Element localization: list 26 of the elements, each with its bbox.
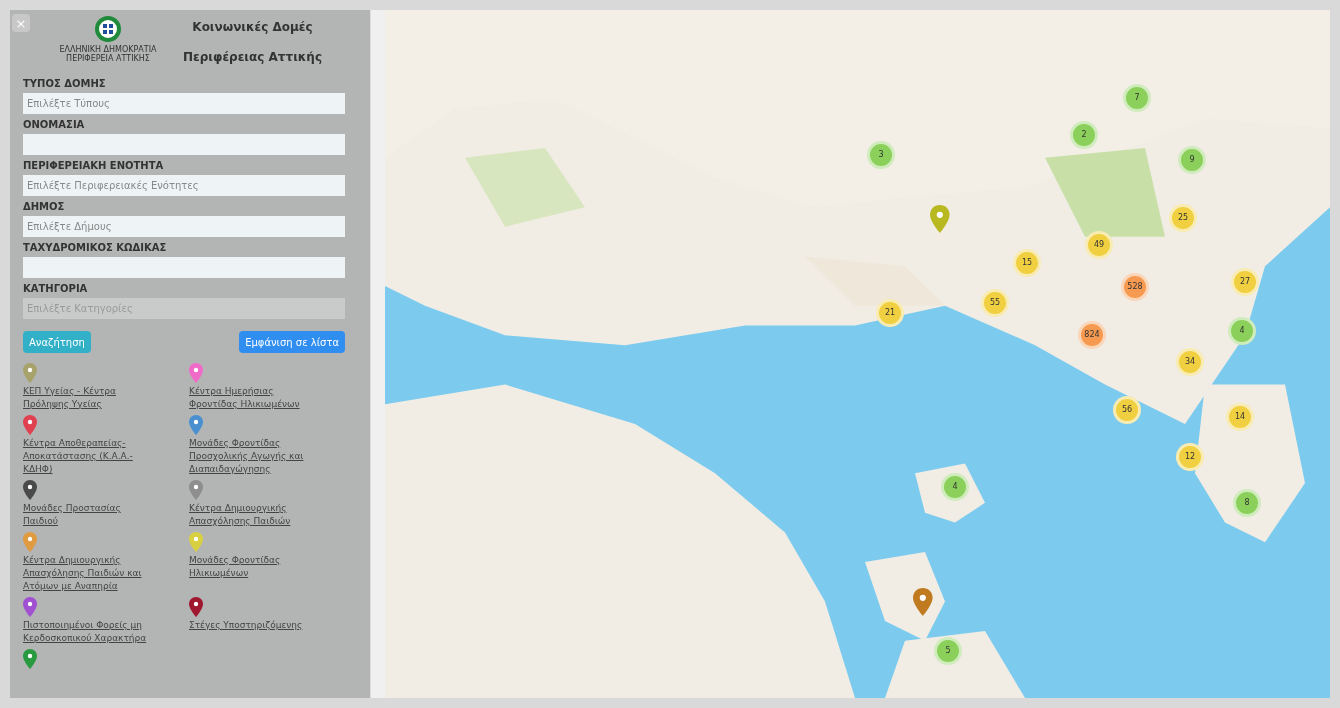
field-label: ΤΥΠΟΣ ΔΟΜΗΣ (23, 78, 107, 90)
input-field[interactable] (23, 257, 345, 278)
legend-link[interactable]: Πιστοποιημένοι Φορείς μη Κερδοσκοπικού Χαρακτήρα (23, 619, 158, 645)
input-field[interactable]: Επιλέξτε Τύπους (23, 93, 345, 114)
legend-link[interactable]: Κέντρα Αποθεραπείας-Αποκατάστασης (Κ.Α.Α.-ΚΔΗΦ) (23, 437, 158, 476)
legend-link[interactable]: ΚΕΠ Υγείας - Κέντρα Πρόληψης Υγείας (23, 385, 158, 411)
scrollbar[interactable] (370, 10, 385, 698)
page-title: Κοινωνικές Δομές (192, 19, 313, 36)
field-label: ΤΑΧΥΔΡΟΜΙΚΟΣ ΚΩΔΙΚΑΣ (23, 242, 168, 254)
field-label: ΟΝΟΜΑΣΙΑ (23, 119, 86, 131)
field-label: ΚΑΤΗΓΟΡΙΑ (23, 283, 89, 295)
input-field[interactable]: Επιλέξτε Περιφερειακές Ενότητες (23, 175, 345, 196)
page-subtitle: Περιφέρειας Αττικής (183, 49, 322, 66)
legend-link[interactable]: Κέντρα Δημιουργικής Απασχόλησης Παιδιών και Ατόμων με Αναπηρία (23, 554, 158, 593)
legend-link[interactable]: Στέγες Υποστηριζόμενης (189, 619, 324, 632)
legend-link[interactable]: Μονάδες Φροντίδας Προσχολικής Αγωγής και Διαπαιδαγώγησης (189, 437, 324, 476)
field-label: ΔΗΜΟΣ (23, 201, 66, 213)
input-field[interactable]: Επιλέξτε Δήμους (23, 216, 345, 237)
input-field[interactable] (23, 134, 345, 155)
emblem-icon (93, 14, 123, 44)
legend-link[interactable]: Μονάδες Φροντίδας Ηλικιωμένων (189, 554, 324, 580)
field-label: ΠΕΡΙΦΕΡΕΙΑΚΗ ΕΝΟΤΗΤΑ (23, 160, 165, 172)
legend-link[interactable]: Κέντρα Ημερήσιας Φροντίδας Ηλικιωμένων (189, 385, 324, 411)
legend-link[interactable]: Κέντρα Δημιουργικής Απασχόλησης Παιδιών (189, 502, 324, 528)
logo-caption: ΕΛΛΗΝΙΚΗ ΔΗΜΟΚΡΑΤΙΑ ΠΕΡΙΦΕΡΕΙΑ ΑΤΤΙΚΗΣ (58, 45, 158, 63)
legend-link[interactable]: Μονάδες Προστασίας Παιδιού (23, 502, 158, 528)
